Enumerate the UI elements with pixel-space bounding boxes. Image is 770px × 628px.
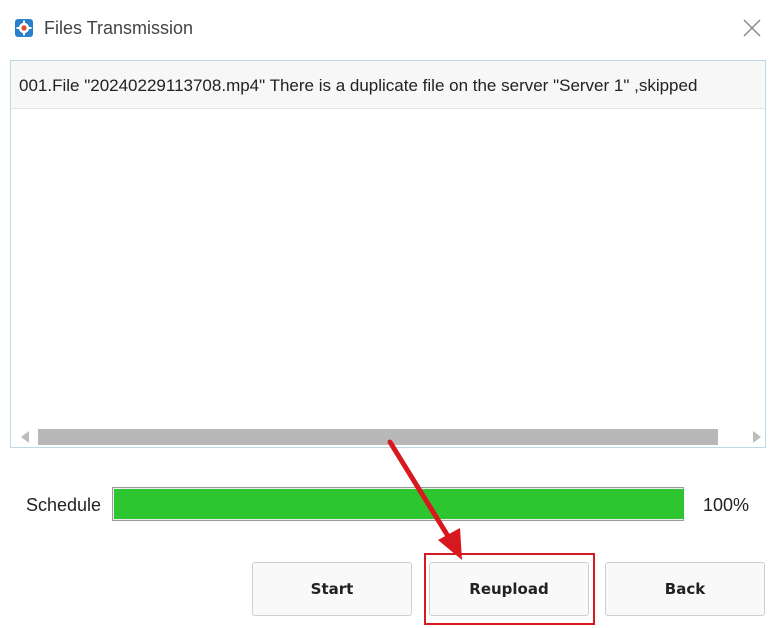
scroll-right-icon[interactable]: [753, 431, 761, 443]
scroll-left-icon[interactable]: [21, 431, 29, 443]
window-title: Files Transmission: [44, 18, 194, 38]
progress-fill: [114, 489, 684, 519]
horizontal-scrollbar[interactable]: [11, 427, 765, 447]
settings-gear-icon: [15, 19, 33, 37]
progress-label: Schedule: [26, 495, 102, 515]
log-entry[interactable]: 001.File "20240229113708.mp4" There is a…: [11, 61, 765, 109]
progress-percent: 100%: [703, 495, 750, 515]
reupload-button[interactable]: Reupload: [429, 562, 589, 616]
log-entry-text: 001.File "20240229113708.mp4" There is a…: [19, 76, 698, 95]
transmission-log[interactable]: 001.File "20240229113708.mp4" There is a…: [10, 60, 766, 448]
start-button[interactable]: Start: [252, 562, 412, 616]
progress-bar: [112, 487, 684, 521]
close-icon[interactable]: [740, 16, 764, 40]
scrollbar-thumb[interactable]: [38, 429, 718, 445]
title-bar: Files Transmission: [0, 0, 770, 58]
back-button[interactable]: Back: [605, 562, 765, 616]
